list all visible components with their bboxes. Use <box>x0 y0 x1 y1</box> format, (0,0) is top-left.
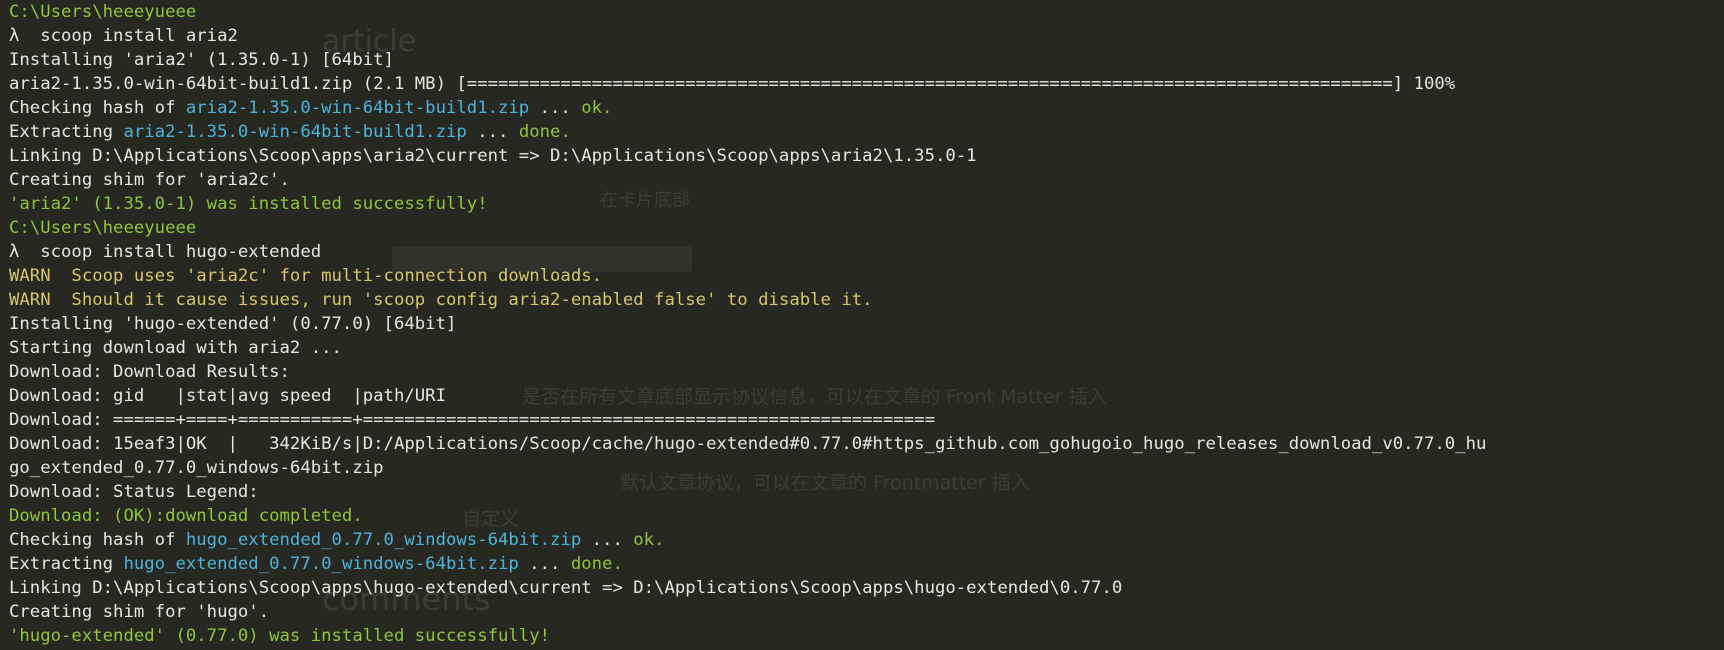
prompt-path-line: C:\Users\heeeyueee <box>9 0 1486 24</box>
output-text: Download: 15eaf3|OK | 342KiB/s|D:/Applic… <box>9 434 1487 454</box>
output-line: Checking hash of hugo_extended_0.77.0_wi… <box>9 528 1486 552</box>
output-text: Download: Download Results: <box>9 362 290 382</box>
output-text: Installing 'aria2' (1.35.0-1) [64bit] <box>9 50 394 70</box>
output-text: go_extended_0.77.0_windows-64bit.zip <box>9 458 384 478</box>
output-line: Download: (OK):download completed. <box>9 504 1486 528</box>
output-line: Linking D:\Applications\Scoop\apps\aria2… <box>9 144 1486 168</box>
output-text: Download: ======+====+===========+======… <box>9 410 935 430</box>
command-line: λ scoop install hugo-extended <box>9 240 1486 264</box>
success-message: Download: (OK):download completed. <box>9 506 363 526</box>
output-text: Checking hash of <box>9 530 186 550</box>
output-line: Creating shim for 'aria2c'. <box>9 168 1486 192</box>
file-name: aria2-1.35.0-win-64bit-build1.zip <box>123 122 467 142</box>
output-text: ... <box>466 122 519 142</box>
output-text: ... <box>581 530 634 550</box>
output-text: Creating shim for 'aria2c'. <box>9 170 290 190</box>
output-line: WARN Should it cause issues, run 'scoop … <box>9 288 1486 312</box>
warning-message: WARN Should it cause issues, run 'scoop … <box>9 290 873 310</box>
prompt-path: C:\Users\heeeyueee <box>9 2 197 22</box>
output-text: Download: Status Legend: <box>9 482 259 502</box>
prompt-symbol: λ <box>9 26 41 46</box>
terminal-output: C:\Users\heeeyueee λ scoop install aria2 I… <box>9 0 1486 648</box>
prompt-symbol: λ <box>9 242 41 262</box>
file-name: hugo_extended_0.77.0_windows-64bit.zip <box>123 554 519 574</box>
output-text: ... <box>529 98 582 118</box>
output-line: 'hugo-extended' (0.77.0) was installed s… <box>9 624 1486 648</box>
output-line: Extracting hugo_extended_0.77.0_windows-… <box>9 552 1486 576</box>
output-line: Installing 'hugo-extended' (0.77.0) [64b… <box>9 312 1486 336</box>
status-text: ok. <box>581 98 613 118</box>
output-text: Starting download with aria2 ... <box>9 338 342 358</box>
command-line: λ scoop install aria2 <box>9 24 1486 48</box>
output-text: ... <box>518 554 571 574</box>
command-text: scoop install aria2 <box>40 26 238 46</box>
command-text: scoop install hugo-extended <box>40 242 322 262</box>
output-text: Linking D:\Applications\Scoop\apps\hugo-… <box>9 578 1123 598</box>
prompt-path: C:\Users\heeeyueee <box>9 218 197 238</box>
output-line: Extracting aria2-1.35.0-win-64bit-build1… <box>9 120 1486 144</box>
warning-message: WARN Scoop uses 'aria2c' for multi-conne… <box>9 266 603 286</box>
output-text: Installing 'hugo-extended' (0.77.0) [64b… <box>9 314 457 334</box>
output-text: aria2-1.35.0-win-64bit-build1.zip (2.1 M… <box>9 74 1456 94</box>
output-text: Linking D:\Applications\Scoop\apps\aria2… <box>9 146 977 166</box>
output-text: Extracting <box>9 554 124 574</box>
output-line: Download: gid |stat|avg speed |path/URI <box>9 384 1486 408</box>
output-line: Creating shim for 'hugo'. <box>9 600 1486 624</box>
output-text: Creating shim for 'hugo'. <box>9 602 270 622</box>
success-message: 'aria2' (1.35.0-1) was installed success… <box>9 194 488 214</box>
output-line: Checking hash of aria2-1.35.0-win-64bit-… <box>9 96 1486 120</box>
file-name: aria2-1.35.0-win-64bit-build1.zip <box>185 98 530 118</box>
output-line: Download: Download Results: <box>9 360 1486 384</box>
prompt-path-line: C:\Users\heeeyueee <box>9 216 1486 240</box>
status-text: done. <box>518 122 571 142</box>
output-text: Checking hash of <box>9 98 186 118</box>
output-line: Starting download with aria2 ... <box>9 336 1486 360</box>
output-line: 'aria2' (1.35.0-1) was installed success… <box>9 192 1486 216</box>
output-line: Installing 'aria2' (1.35.0-1) [64bit] <box>9 48 1486 72</box>
output-line: WARN Scoop uses 'aria2c' for multi-conne… <box>9 264 1486 288</box>
status-text: done. <box>570 554 623 574</box>
file-name: hugo_extended_0.77.0_windows-64bit.zip <box>185 530 582 550</box>
output-text: Extracting <box>9 122 124 142</box>
output-line: Download: 15eaf3|OK | 342KiB/s|D:/Applic… <box>9 432 1486 456</box>
output-line: aria2-1.35.0-win-64bit-build1.zip (2.1 M… <box>9 72 1486 96</box>
output-text: Download: gid |stat|avg speed |path/URI <box>9 386 446 406</box>
output-line: Download: Status Legend: <box>9 480 1486 504</box>
success-message: 'hugo-extended' (0.77.0) was installed s… <box>9 626 551 646</box>
output-line: go_extended_0.77.0_windows-64bit.zip <box>9 456 1486 480</box>
output-line: Download: ======+====+===========+======… <box>9 408 1486 432</box>
output-line: Linking D:\Applications\Scoop\apps\hugo-… <box>9 576 1486 600</box>
terminal-window[interactable]: article 在卡片底部 是否在所有文章底部显示协议信息，可以在文章的 Fro… <box>0 0 1724 650</box>
status-text: ok. <box>633 530 665 550</box>
